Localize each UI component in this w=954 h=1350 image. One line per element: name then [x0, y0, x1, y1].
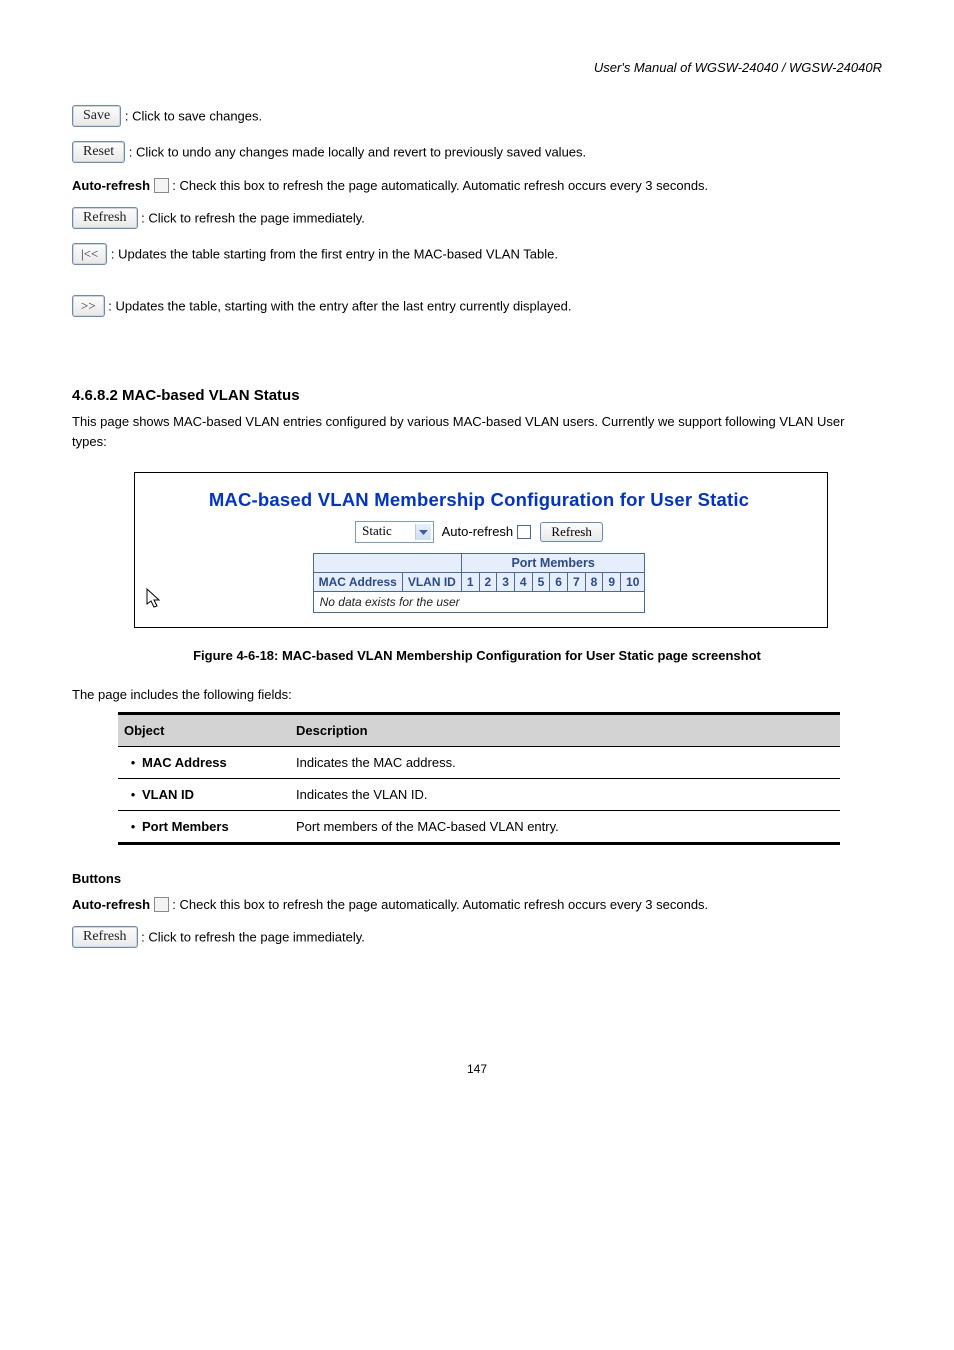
- next-page-button[interactable]: >>: [72, 295, 105, 317]
- chevron-down-icon: [415, 524, 431, 540]
- autorefresh-label: Auto-refresh: [72, 178, 150, 193]
- param-obj: Port Members: [142, 819, 229, 834]
- refresh-button-2[interactable]: Refresh: [72, 926, 138, 948]
- reset-desc: : Click to undo any changes made locally…: [129, 145, 586, 160]
- section-heading: 4.6.8.2 MAC-based VLAN Status: [72, 387, 882, 404]
- buttons-heading: Buttons: [72, 871, 882, 886]
- port-col: 6: [550, 573, 568, 592]
- refresh-button[interactable]: Refresh: [72, 207, 138, 229]
- param-hdr-desc: Description: [290, 714, 840, 747]
- param-desc: Indicates the MAC address.: [290, 747, 840, 779]
- parameters-table: Object Description •MAC Address Indicate…: [118, 712, 840, 845]
- param-hdr-object: Object: [118, 714, 290, 747]
- port-col: 10: [621, 573, 645, 592]
- port-col: 3: [497, 573, 515, 592]
- param-desc: Indicates the VLAN ID.: [290, 779, 840, 811]
- manual-header: User's Manual of WGSW-24040 / WGSW-24040…: [72, 60, 882, 75]
- port-col: 2: [479, 573, 497, 592]
- save-desc: : Click to save changes.: [125, 109, 262, 124]
- section-intro: This page shows MAC-based VLAN entries c…: [72, 412, 882, 452]
- param-obj: MAC Address: [142, 755, 227, 770]
- next-page-desc: : Updates the table, starting with the e…: [108, 299, 571, 314]
- port-col: 5: [532, 573, 550, 592]
- refresh-desc: : Click to refresh the page immediately.: [141, 211, 365, 226]
- vlan-id-header: VLAN ID: [402, 573, 461, 592]
- autorefresh-label-2: Auto-refresh: [72, 897, 150, 912]
- select-value: Static: [362, 523, 392, 538]
- mac-address-header: MAC Address: [313, 573, 402, 592]
- refresh-desc-2: : Click to refresh the page immediately.: [141, 930, 365, 945]
- port-col: 7: [567, 573, 585, 592]
- fig-refresh-button[interactable]: Refresh: [540, 522, 602, 542]
- first-page-button[interactable]: |<<: [72, 243, 107, 265]
- first-page-desc: : Updates the table starting from the fi…: [111, 247, 558, 262]
- figure-controls: Static Auto-refresh Refresh: [147, 521, 811, 543]
- save-button[interactable]: Save: [72, 105, 121, 127]
- port-col: 8: [585, 573, 603, 592]
- fig-autorefresh-label: Auto-refresh: [442, 524, 514, 539]
- figure-caption: Figure 4-6-18: MAC-based VLAN Membership…: [72, 648, 882, 663]
- port-members-header: Port Members: [461, 554, 645, 573]
- param-desc: Port members of the MAC-based VLAN entry…: [290, 811, 840, 844]
- param-intro: The page includes the following fields:: [72, 687, 882, 702]
- autorefresh-checkbox[interactable]: [154, 178, 169, 193]
- no-data-row: No data exists for the user: [313, 592, 645, 613]
- autorefresh-desc-2: : Check this box to refresh the page aut…: [172, 897, 708, 912]
- figure-title: MAC-based VLAN Membership Configuration …: [147, 489, 811, 511]
- autorefresh-desc: : Check this box to refresh the page aut…: [172, 178, 708, 193]
- port-col: 4: [514, 573, 532, 592]
- page-number: 147: [0, 1062, 954, 1076]
- autorefresh-checkbox-2[interactable]: [154, 897, 169, 912]
- user-type-select[interactable]: Static: [355, 521, 434, 543]
- cursor-icon: [145, 588, 163, 613]
- port-col: 9: [603, 573, 621, 592]
- vlan-table: Port Members MAC Address VLAN ID 1 2 3 4…: [313, 553, 646, 613]
- param-obj: VLAN ID: [142, 787, 194, 802]
- figure-screenshot: MAC-based VLAN Membership Configuration …: [134, 472, 828, 628]
- reset-button[interactable]: Reset: [72, 141, 125, 163]
- port-col: 1: [461, 573, 479, 592]
- fig-autorefresh-checkbox[interactable]: [517, 525, 531, 539]
